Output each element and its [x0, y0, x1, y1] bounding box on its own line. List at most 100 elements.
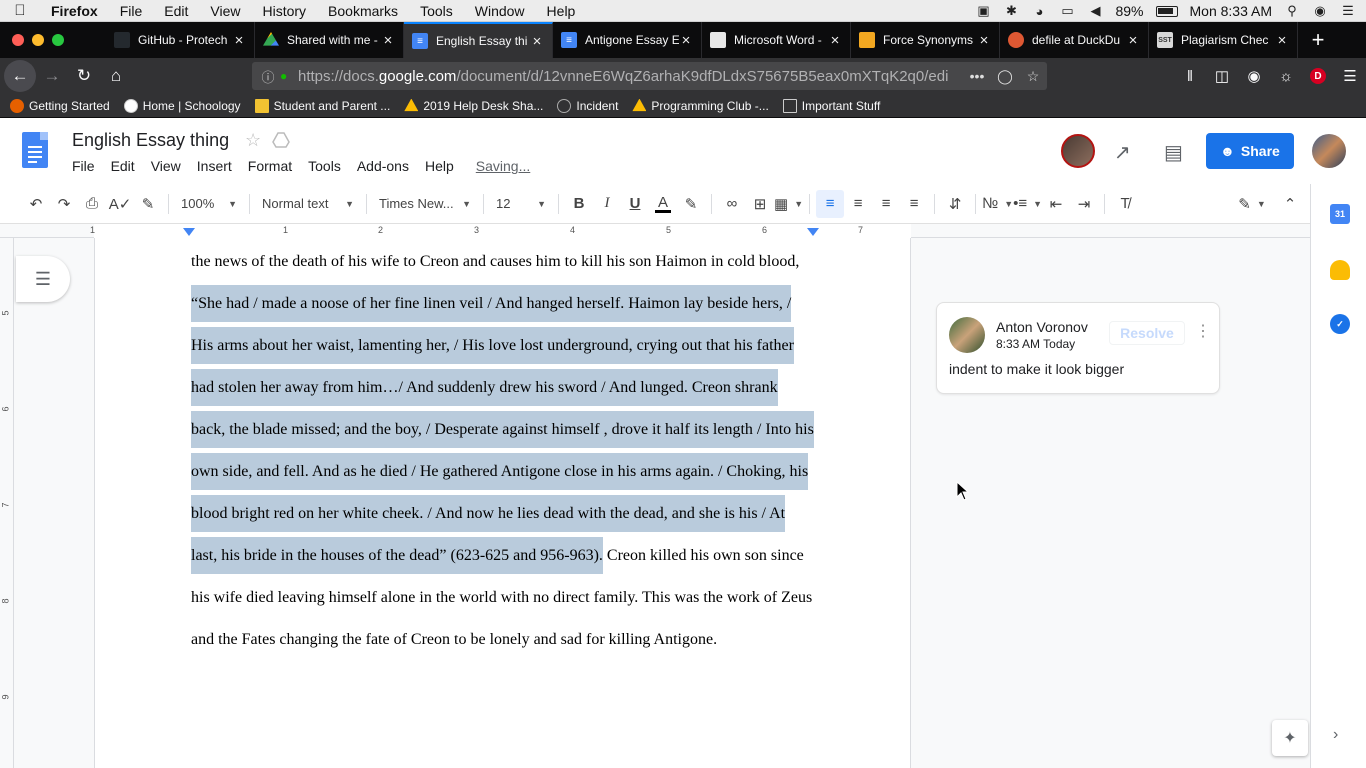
close-tab-icon[interactable]: ×	[1275, 32, 1289, 49]
insert-image-icon[interactable]: ▦ ▼	[774, 190, 803, 218]
share-button[interactable]: ☻ Share	[1206, 133, 1294, 169]
italic-button[interactable]: I	[593, 190, 621, 218]
underline-button[interactable]: U	[621, 190, 649, 218]
airplay-icon[interactable]: ▭	[1059, 3, 1075, 18]
comments-icon[interactable]: ▤	[1164, 140, 1183, 165]
tab-microsoft-word[interactable]: Microsoft Word - ×	[702, 22, 851, 58]
minimize-window-button[interactable]	[32, 34, 44, 46]
align-justify-icon[interactable]: ≡	[900, 190, 928, 218]
resolve-button[interactable]: Resolve	[1109, 321, 1185, 345]
bookmark-getting-started[interactable]: Getting Started	[10, 98, 110, 113]
close-tab-icon[interactable]: ×	[1126, 32, 1140, 49]
home-button[interactable]: ⌂	[100, 60, 132, 92]
menu-history[interactable]: History	[251, 3, 317, 19]
info-icon[interactable]: ⓘ	[256, 67, 280, 86]
menu-tools[interactable]: Tools	[409, 3, 464, 19]
menu-help[interactable]: Help	[536, 3, 587, 19]
highlight-color-icon[interactable]: ✎	[677, 190, 705, 218]
close-tab-icon[interactable]: ×	[977, 32, 991, 49]
notification-center-icon[interactable]: ☰	[1340, 3, 1356, 18]
activity-trend-icon[interactable]: ↗	[1114, 140, 1131, 165]
docs-menu-tools[interactable]: Tools	[308, 158, 341, 174]
explore-icon[interactable]: ✦	[1272, 720, 1308, 756]
expand-panel-chevron-icon[interactable]: ›	[1333, 726, 1338, 744]
bookmark-important-stuff[interactable]: Important Stuff	[782, 98, 880, 113]
account-avatar[interactable]	[1312, 134, 1346, 168]
line-spacing-icon[interactable]: ⇵	[941, 190, 969, 218]
increase-indent-icon[interactable]: ⇥	[1070, 190, 1098, 218]
docs-menu-format[interactable]: Format	[248, 158, 292, 174]
sidebar-icon[interactable]: ◫	[1206, 60, 1238, 92]
menu-bookmarks[interactable]: Bookmarks	[317, 3, 409, 19]
decrease-indent-icon[interactable]: ⇤	[1042, 190, 1070, 218]
docs-menu-help[interactable]: Help	[425, 158, 454, 174]
close-tab-icon[interactable]: ×	[530, 33, 544, 50]
bookmark-schoology[interactable]: Home | Schoology	[123, 98, 241, 113]
bulleted-list-icon[interactable]: •≡ ▼	[1013, 190, 1042, 218]
page-actions-icon[interactable]: •••	[963, 68, 991, 84]
keep-icon[interactable]	[1330, 260, 1350, 280]
bookmark-help-desk[interactable]: 2019 Help Desk Sha...	[404, 98, 543, 113]
spotlight-search-icon[interactable]: ⚲	[1284, 3, 1300, 18]
extension-icon[interactable]: ☼	[1270, 60, 1302, 92]
document-body[interactable]: the news of the death of his wife to Cre…	[191, 241, 831, 661]
back-button[interactable]: ←	[4, 60, 36, 92]
more-options-icon[interactable]: ⋮	[1195, 321, 1211, 341]
right-indent-marker[interactable]	[807, 228, 819, 236]
docs-menu-file[interactable]: File	[72, 158, 95, 174]
star-icon[interactable]: ☆	[245, 130, 261, 151]
volume-icon[interactable]: ◀	[1087, 3, 1103, 18]
close-window-button[interactable]	[12, 34, 24, 46]
menu-edit[interactable]: Edit	[153, 3, 199, 19]
library-icon[interactable]: ‖	[1174, 60, 1206, 92]
bookmark-incident[interactable]: Incident	[557, 98, 618, 113]
tab-english-essay[interactable]: ≡ English Essay thi ×	[404, 22, 553, 58]
align-center-icon[interactable]: ≡	[844, 190, 872, 218]
lock-icon[interactable]: ●	[280, 69, 298, 83]
siri-icon[interactable]: ◉	[1312, 3, 1328, 18]
close-tab-icon[interactable]: ×	[232, 32, 246, 49]
docs-menu-edit[interactable]: Edit	[111, 158, 135, 174]
spellcheck-icon[interactable]: A✓	[106, 190, 134, 218]
bookmark-student-parent[interactable]: Student and Parent ...	[254, 98, 390, 113]
docs-menu-insert[interactable]: Insert	[197, 158, 232, 174]
dropbox-icon[interactable]: ▣	[975, 3, 991, 18]
extension-d-button[interactable]: D	[1302, 60, 1334, 92]
align-right-icon[interactable]: ≡	[872, 190, 900, 218]
document-outline-icon[interactable]: ☰	[16, 256, 70, 302]
left-indent-marker[interactable]	[183, 228, 195, 236]
add-comment-icon[interactable]: ⊞	[746, 190, 774, 218]
editing-mode-icon[interactable]: ✎ ▼	[1238, 190, 1266, 218]
url-text[interactable]: https://docs.google.com/document/d/12vnn…	[298, 68, 963, 85]
menu-file[interactable]: File	[109, 3, 154, 19]
text-color-button[interactable]: A	[649, 190, 677, 218]
calendar-icon[interactable]: 31	[1330, 204, 1350, 224]
bluetooth-icon[interactable]: ✱	[1003, 3, 1019, 18]
clear-formatting-icon[interactable]: T̸	[1111, 190, 1139, 218]
new-tab-button[interactable]: +	[1298, 27, 1338, 53]
menu-window[interactable]: Window	[464, 3, 536, 19]
docs-menu-view[interactable]: View	[151, 158, 181, 174]
forward-button[interactable]: →	[36, 60, 68, 92]
font-size-select[interactable]: 12 ▼	[490, 190, 552, 218]
tab-force-synonyms[interactable]: Force Synonyms ×	[851, 22, 1000, 58]
google-docs-logo-icon[interactable]	[22, 132, 48, 168]
tab-plagiarism-checker[interactable]: SST Plagiarism Chec ×	[1149, 22, 1298, 58]
wifi-icon[interactable]: ◕	[1031, 4, 1047, 19]
move-to-folder-icon[interactable]	[272, 131, 290, 149]
collaborator-avatar[interactable]	[1061, 134, 1095, 168]
bookmark-star-icon[interactable]: ☆	[1019, 68, 1047, 85]
docs-menu-addons[interactable]: Add-ons	[357, 158, 409, 174]
tasks-icon[interactable]: ✓	[1330, 314, 1350, 334]
apple-menu-icon[interactable]: 	[0, 2, 40, 19]
document-page[interactable]: the news of the death of his wife to Cre…	[94, 238, 911, 768]
pocket-icon[interactable]: ◯	[991, 68, 1019, 85]
maximize-window-button[interactable]	[52, 34, 64, 46]
tab-shared-with-me[interactable]: Shared with me - ×	[255, 22, 404, 58]
app-menu-firefox[interactable]: Firefox	[40, 3, 109, 19]
close-tab-icon[interactable]: ×	[381, 32, 395, 49]
account-icon[interactable]: ◉	[1238, 60, 1270, 92]
paint-format-icon[interactable]: ✎	[134, 190, 162, 218]
bold-button[interactable]: B	[565, 190, 593, 218]
address-bar[interactable]: ⓘ ● https://docs.google.com/document/d/1…	[252, 62, 1047, 90]
